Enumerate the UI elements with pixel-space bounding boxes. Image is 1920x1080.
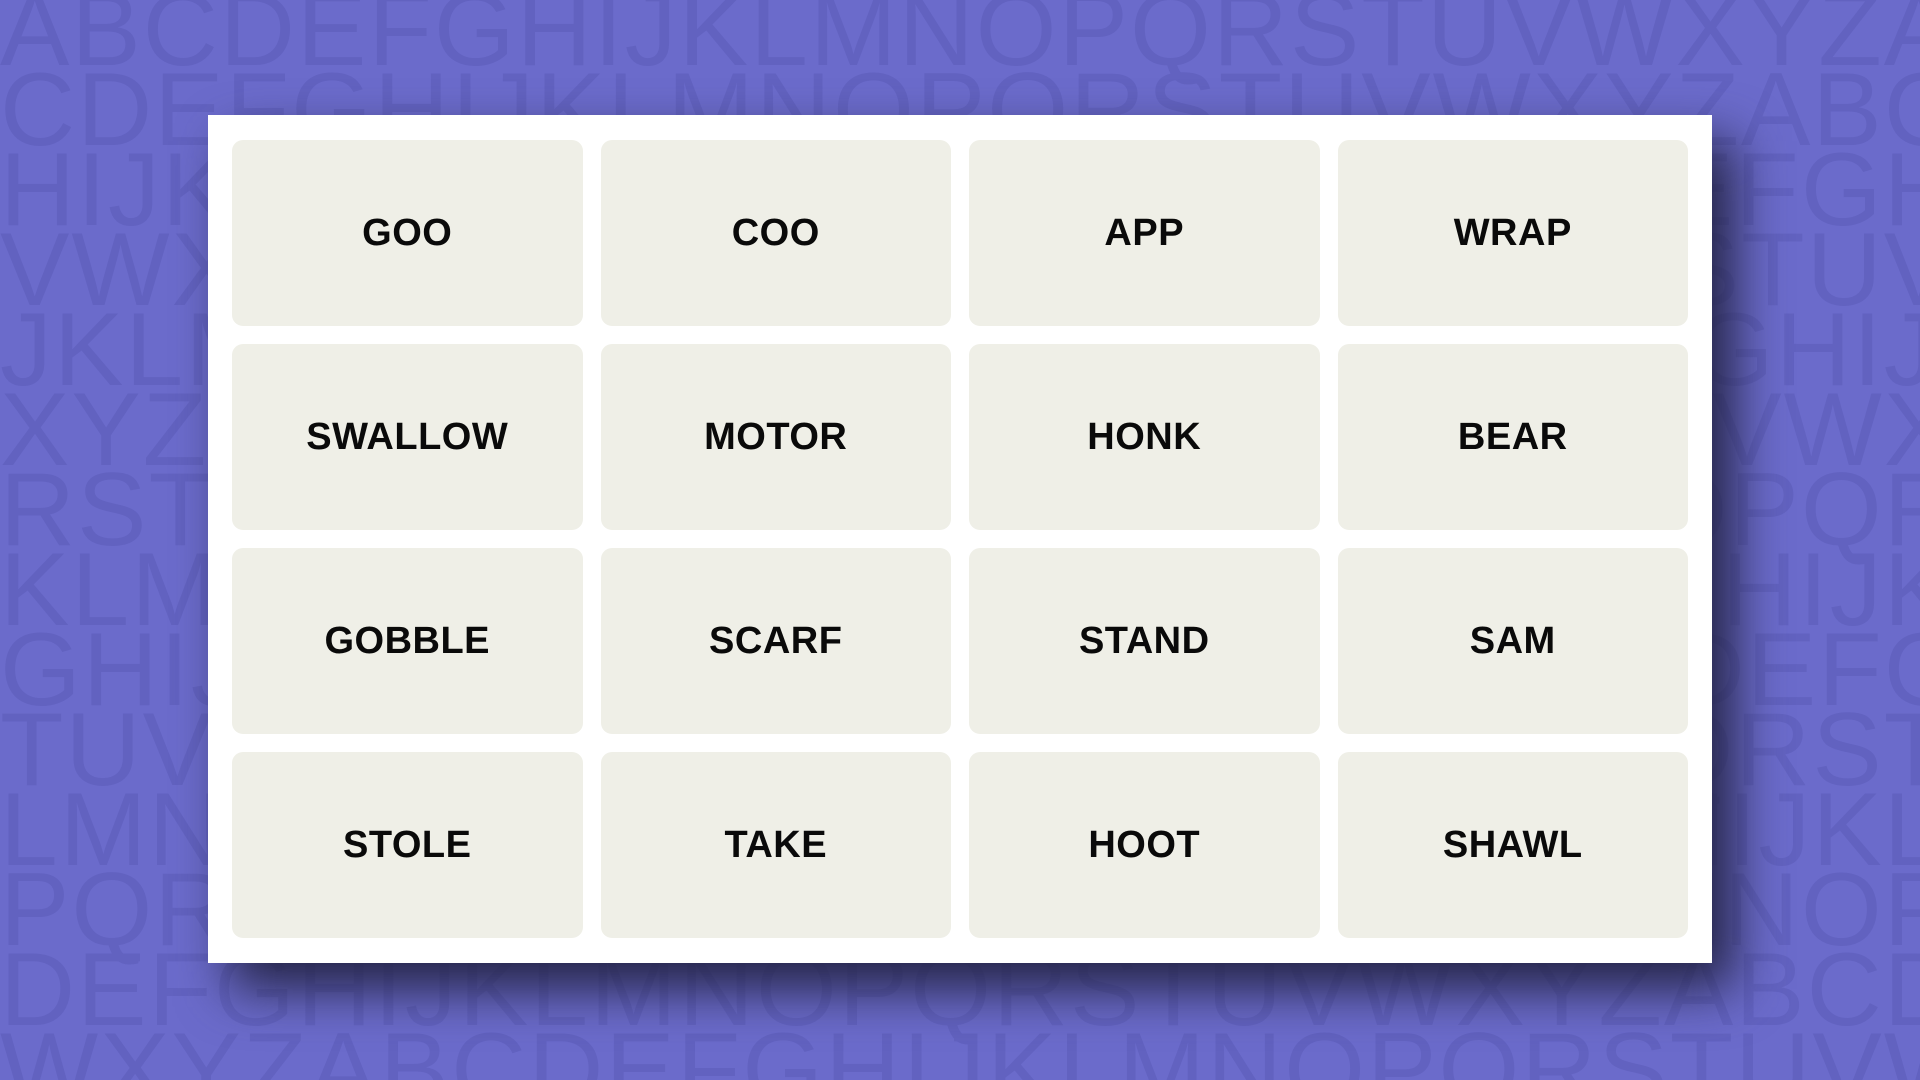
word-tile-label: TAKE: [724, 824, 828, 866]
word-tile-label: COO: [731, 212, 820, 254]
word-tile[interactable]: SAM: [1337, 548, 1688, 734]
word-tile-label: STOLE: [343, 824, 472, 866]
word-tile-label: SAM: [1469, 620, 1556, 662]
word-tile[interactable]: HONK: [969, 344, 1320, 530]
word-tile[interactable]: MOTOR: [600, 344, 951, 530]
word-tile[interactable]: SHAWL: [1337, 752, 1688, 938]
word-tile-label: MOTOR: [704, 416, 848, 458]
word-tile-grid: GOO COO APP WRAP SWALLOW MOTOR HONK BEAR GOBBLE S…: [232, 140, 1688, 938]
word-tile-label: HONK: [1087, 416, 1202, 458]
word-tile[interactable]: STAND: [969, 548, 1320, 734]
word-tile-label: SHAWL: [1442, 824, 1583, 866]
word-tile[interactable]: WRAP: [1337, 140, 1688, 326]
word-tile-label: HOOT: [1088, 824, 1201, 866]
word-tile[interactable]: HOOT: [969, 752, 1320, 938]
word-tile[interactable]: APP: [969, 140, 1320, 326]
background-letter-row: WXYZABCDEFGHIJKLMNOPQRSTUVWXYZABCDEF: [0, 1012, 1920, 1080]
word-tile[interactable]: COO: [600, 140, 951, 326]
word-tile[interactable]: STOLE: [232, 752, 583, 938]
word-tile[interactable]: GOBBLE: [232, 548, 583, 734]
word-tile-label: GOBBLE: [324, 620, 491, 662]
word-tile-label: SCARF: [709, 620, 843, 662]
puzzle-card: GOO COO APP WRAP SWALLOW MOTOR HONK BEAR GOBBLE S…: [208, 115, 1712, 963]
word-tile[interactable]: SCARF: [600, 548, 951, 734]
word-tile-label: APP: [1104, 212, 1185, 254]
word-tile[interactable]: TAKE: [600, 752, 951, 938]
word-tile[interactable]: GOO: [232, 140, 583, 326]
word-tile-label: WRAP: [1453, 212, 1572, 254]
word-tile[interactable]: BEAR: [1337, 344, 1688, 530]
word-tile-label: BEAR: [1457, 416, 1568, 458]
word-tile[interactable]: SWALLOW: [232, 344, 583, 530]
word-tile-label: GOO: [362, 212, 453, 254]
word-tile-label: SWALLOW: [306, 416, 509, 458]
word-tile-label: STAND: [1078, 620, 1210, 662]
